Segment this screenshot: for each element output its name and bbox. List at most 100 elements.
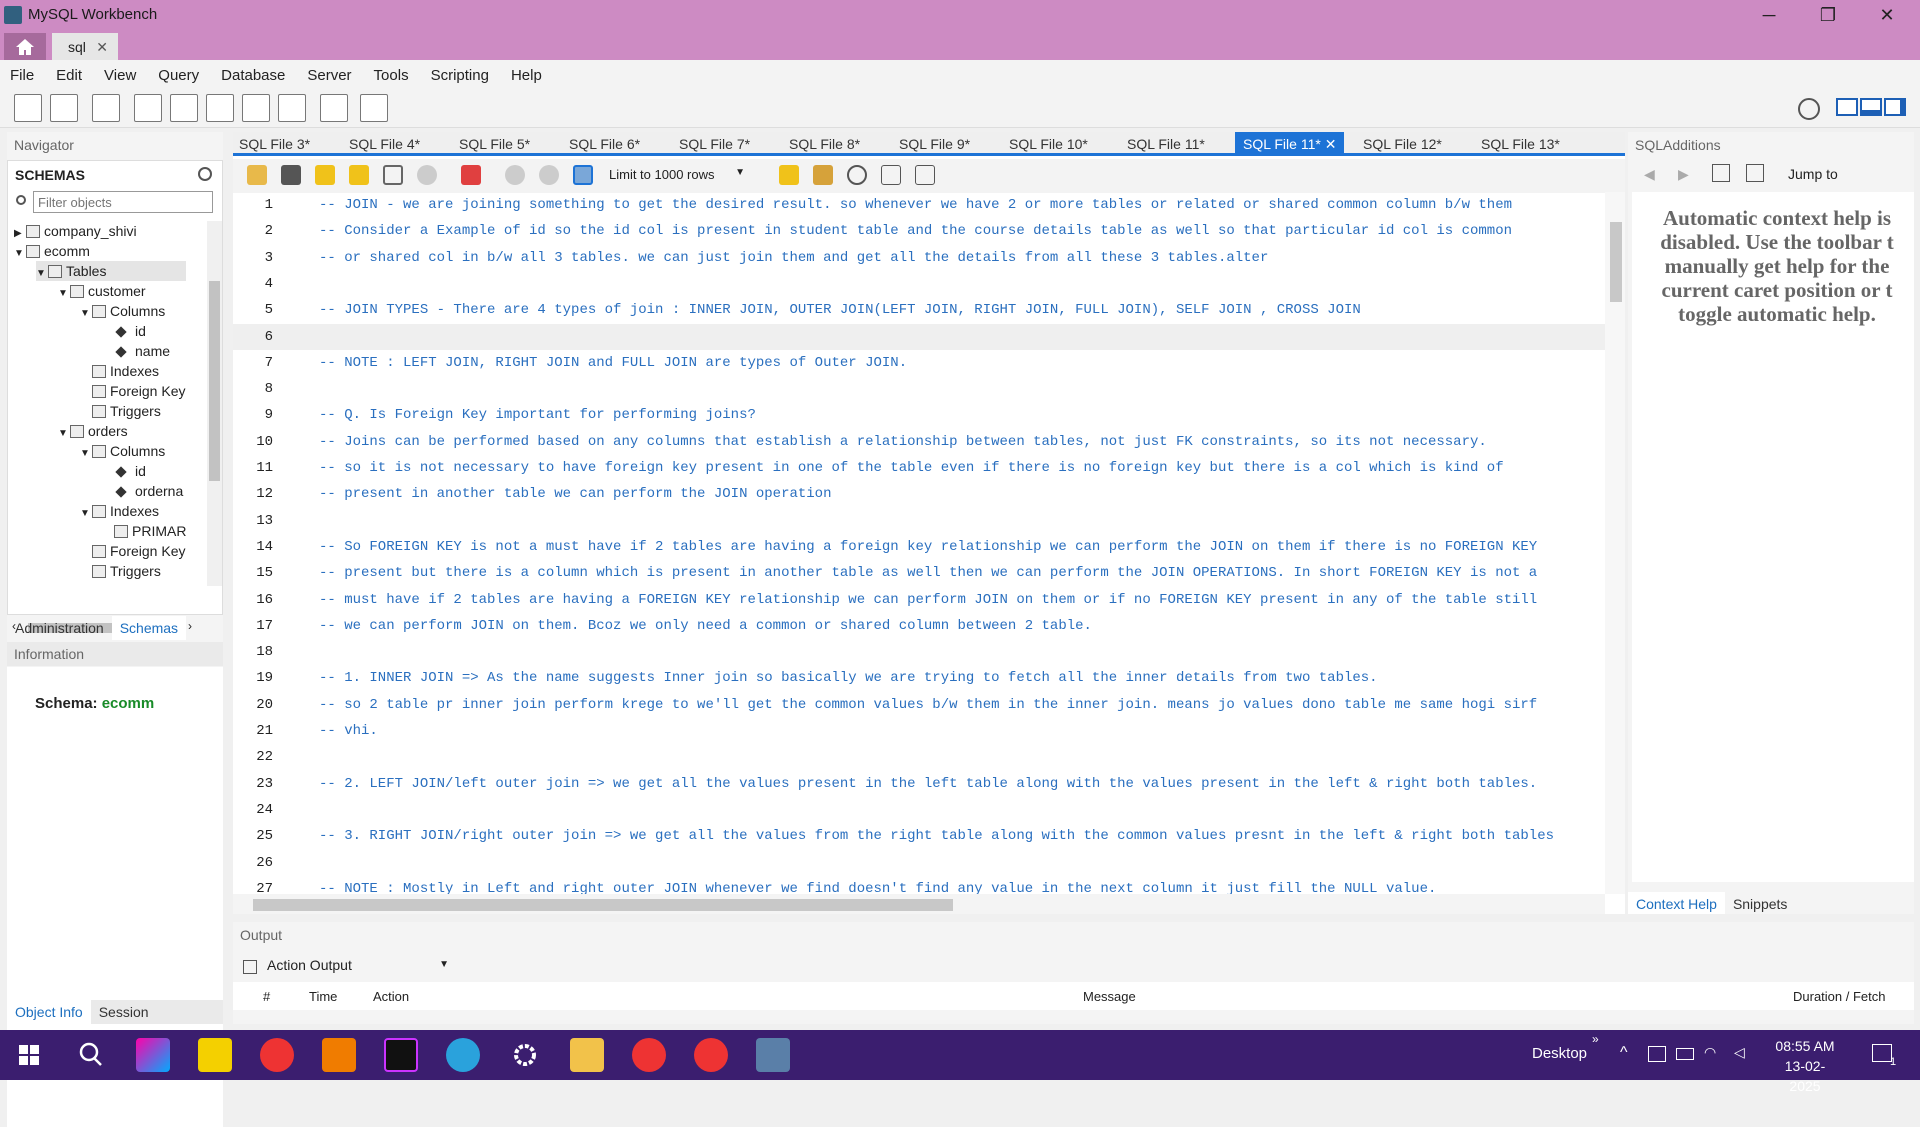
tab-administration[interactable]: Administration bbox=[7, 616, 112, 640]
expand-down-icon[interactable]: ▼ bbox=[36, 264, 48, 284]
code-line[interactable]: 2 -- Consider a Example of id so the id c… bbox=[233, 218, 1605, 244]
beautify-icon[interactable] bbox=[813, 165, 833, 185]
tab-schemas[interactable]: Schemas bbox=[111, 616, 187, 640]
code-line[interactable]: 19 -- 1. INNER JOIN => As the name sugges… bbox=[233, 665, 1605, 691]
expand-down-icon[interactable]: ▼ bbox=[58, 424, 70, 444]
tab-object-info[interactable]: Object Info bbox=[7, 1000, 91, 1024]
manual-help-icon[interactable] bbox=[1712, 164, 1730, 182]
code-line[interactable]: 12 -- present in another table we can per… bbox=[233, 481, 1605, 507]
editor-tab[interactable]: SQL File 6* bbox=[569, 132, 640, 156]
search-icon[interactable] bbox=[74, 1038, 108, 1072]
tab-session[interactable]: Session bbox=[91, 1000, 157, 1024]
open-file-icon[interactable] bbox=[247, 165, 267, 185]
chevron-up-icon[interactable]: » bbox=[1592, 1032, 1599, 1046]
chrome-profile-icon[interactable] bbox=[694, 1038, 728, 1072]
expand-down-icon[interactable]: ▼ bbox=[58, 284, 70, 304]
create-function-icon[interactable] bbox=[278, 94, 306, 122]
forward-icon[interactable]: ▶ bbox=[1678, 166, 1689, 183]
tree-node[interactable]: Triggers bbox=[80, 561, 161, 581]
editor-tab[interactable]: SQL File 13* bbox=[1481, 132, 1560, 156]
code-line[interactable]: 18 bbox=[233, 639, 1605, 665]
tab-snippets[interactable]: Snippets bbox=[1725, 892, 1795, 914]
code-line[interactable]: 4 bbox=[233, 271, 1605, 297]
tree-node[interactable]: ▼ orders bbox=[58, 421, 128, 441]
commit-icon[interactable] bbox=[505, 165, 525, 185]
expand-down-icon[interactable]: ▼ bbox=[80, 504, 92, 524]
output-type-select[interactable]: Action Output ▼ bbox=[267, 957, 453, 977]
new-sql-tab-icon[interactable] bbox=[14, 94, 42, 122]
scrollbar-thumb[interactable] bbox=[209, 281, 220, 481]
navigator-vertical-scrollbar[interactable] bbox=[207, 221, 222, 586]
create-table-icon[interactable] bbox=[170, 94, 198, 122]
create-schema-icon[interactable] bbox=[134, 94, 162, 122]
rollback-icon[interactable] bbox=[539, 165, 559, 185]
auto-help-icon[interactable] bbox=[1746, 164, 1764, 182]
notifications-icon[interactable] bbox=[1872, 1044, 1892, 1062]
code-line[interactable]: 15 -- present but there is a column which… bbox=[233, 560, 1605, 586]
save-icon[interactable] bbox=[281, 165, 301, 185]
code-line[interactable]: 23 -- 2. LEFT JOIN/left outer join => we … bbox=[233, 771, 1605, 797]
editor-tab[interactable]: SQL File 3* bbox=[239, 132, 310, 156]
code-line[interactable]: 16 -- must have if 2 tables are having a … bbox=[233, 587, 1605, 613]
copy-icon[interactable] bbox=[243, 960, 257, 974]
explain-icon[interactable] bbox=[383, 165, 403, 185]
tree-node[interactable]: orderna bbox=[102, 481, 183, 501]
wifi-icon[interactable]: ◠ bbox=[1704, 1044, 1716, 1061]
editor-vertical-scrollbar[interactable] bbox=[1605, 192, 1625, 894]
code-line[interactable]: 27 -- NOTE : Mostly in Left and right out… bbox=[233, 876, 1605, 894]
menu-server[interactable]: Server bbox=[307, 67, 351, 84]
create-procedure-icon[interactable] bbox=[242, 94, 270, 122]
code-line[interactable]: 6 bbox=[233, 323, 1605, 350]
editor-tab[interactable]: SQL File 9* bbox=[899, 132, 970, 156]
editor-tab[interactable]: SQL File 12* bbox=[1363, 132, 1442, 156]
tree-node[interactable]: PRIMAR bbox=[102, 521, 186, 541]
col-action[interactable]: Action bbox=[373, 989, 409, 1004]
code-line[interactable]: 10 -- Joins can be performed based on any… bbox=[233, 429, 1605, 455]
create-view-icon[interactable] bbox=[206, 94, 234, 122]
code-line[interactable]: 26 bbox=[233, 850, 1605, 876]
code-line[interactable]: 14 -- So FOREIGN KEY is not a must have i… bbox=[233, 534, 1605, 560]
menu-edit[interactable]: Edit bbox=[56, 67, 82, 84]
menu-tools[interactable]: Tools bbox=[374, 67, 409, 84]
col-message[interactable]: Message bbox=[1083, 989, 1136, 1004]
chrome-icon[interactable] bbox=[260, 1038, 294, 1072]
object-inspector-icon[interactable] bbox=[92, 94, 120, 122]
close-tab-icon[interactable]: ✕ bbox=[96, 39, 108, 56]
menu-database[interactable]: Database bbox=[221, 67, 285, 84]
back-icon[interactable]: ◀ bbox=[1644, 166, 1655, 183]
code-line[interactable]: 20 -- so 2 table pr inner join perform kr… bbox=[233, 692, 1605, 718]
code-line[interactable]: 7 -- NOTE : LEFT JOIN, RIGHT JOIN and FUL… bbox=[233, 350, 1605, 376]
chrome-profile-icon[interactable] bbox=[632, 1038, 666, 1072]
telegram-icon[interactable] bbox=[446, 1038, 480, 1072]
tree-node[interactable]: ▼ Columns bbox=[80, 301, 165, 321]
code-line[interactable]: 17 -- we can perform JOIN on them. Bcoz w… bbox=[233, 613, 1605, 639]
editor-tab[interactable]: SQL File 7* bbox=[679, 132, 750, 156]
word-wrap-icon[interactable] bbox=[915, 165, 935, 185]
close-button[interactable]: ✕ bbox=[1858, 0, 1916, 30]
expand-down-icon[interactable]: ▼ bbox=[80, 444, 92, 464]
menu-scripting[interactable]: Scripting bbox=[431, 67, 489, 84]
tree-node[interactable]: Triggers bbox=[80, 401, 161, 421]
filter-objects-input[interactable] bbox=[33, 191, 213, 213]
expand-down-icon[interactable]: ▼ bbox=[14, 244, 26, 264]
jump-to-select[interactable]: Jump to bbox=[1788, 166, 1838, 182]
code-line[interactable]: 8 bbox=[233, 376, 1605, 402]
tree-node[interactable]: ▶ company_shivi bbox=[14, 221, 137, 241]
search-table-data-icon[interactable] bbox=[320, 94, 348, 122]
code-line[interactable]: 1 -- JOIN - we are joining something to g… bbox=[233, 192, 1605, 218]
connection-tab-sql[interactable]: sql ✕ bbox=[52, 33, 118, 60]
file-explorer-icon[interactable] bbox=[570, 1038, 604, 1072]
settings-gear-icon[interactable] bbox=[508, 1038, 542, 1072]
start-windows-icon[interactable] bbox=[12, 1038, 46, 1072]
tree-node[interactable]: name bbox=[102, 341, 170, 361]
scrollbar-thumb[interactable] bbox=[1610, 222, 1622, 302]
copilot-icon[interactable] bbox=[136, 1038, 170, 1072]
code-line[interactable]: 25 -- 3. RIGHT JOIN/right outer join => w… bbox=[233, 823, 1605, 849]
tree-node[interactable]: id bbox=[102, 321, 146, 341]
settings-gear-icon[interactable] bbox=[1798, 98, 1820, 120]
toggle-secondary-sidebar-icon[interactable] bbox=[1884, 98, 1906, 116]
editor-horizontal-scrollbar[interactable] bbox=[233, 894, 1605, 914]
limit-rows-select[interactable]: Limit to 1000 rows ▼ bbox=[609, 167, 751, 187]
tab-context-help[interactable]: Context Help bbox=[1628, 892, 1725, 914]
stop-on-error-icon[interactable] bbox=[461, 165, 481, 185]
